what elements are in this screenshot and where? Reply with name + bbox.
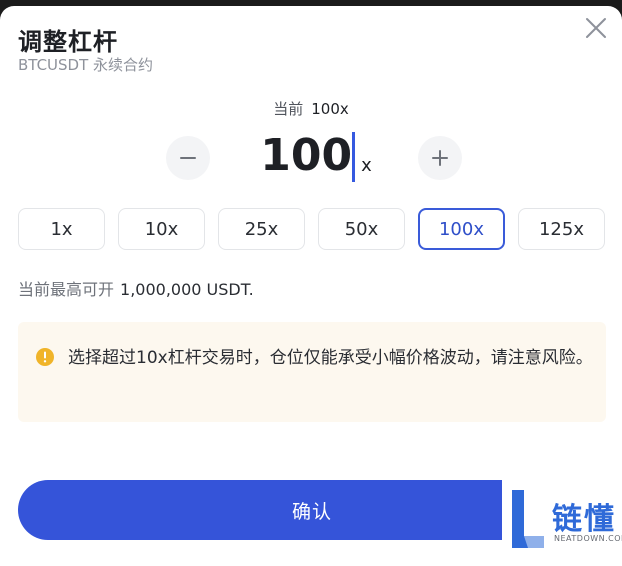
max-position-value: 1,000,000 USDT. [120,280,254,299]
current-leverage: 当前 100x [0,98,622,119]
warning-text: 选择超过10x杠杆交易时，仓位仅能承受小幅价格波动，请注意风险。 [68,348,593,368]
leverage-presets: 1x 10x 25x 50x 100x 125x [18,208,618,250]
preset-1x[interactable]: 1x [18,208,105,250]
minus-icon [180,157,196,159]
watermark-url: NEATDOWN.COM [554,534,622,543]
warning-icon [36,348,54,366]
dialog-subtitle: BTCUSDT 永续合约 [18,56,154,74]
current-leverage-label: 当前 [273,100,304,118]
preset-125x[interactable]: 125x [518,208,605,250]
dialog-title: 调整杠杆 [18,28,118,56]
leverage-input[interactable]: 100 x [226,128,406,184]
preset-10x[interactable]: 10x [118,208,205,250]
plus-icon [432,150,448,166]
watermark: 链懂 NEATDOWN.COM [502,480,622,552]
close-button[interactable] [580,12,612,44]
decrease-leverage-button[interactable] [166,136,210,180]
watermark-name: 链懂 [552,502,616,537]
current-leverage-value: 100x [311,100,349,118]
preset-25x[interactable]: 25x [218,208,305,250]
preset-50x[interactable]: 50x [318,208,405,250]
watermark-logo [512,490,544,548]
close-icon [586,18,606,38]
max-position-label: 当前最高可开 [18,280,115,299]
risk-warning: 选择超过10x杠杆交易时，仓位仅能承受小幅价格波动，请注意风险。 [18,322,606,422]
leverage-input-value: 100 [260,130,353,181]
text-caret [352,132,356,182]
increase-leverage-button[interactable] [418,136,462,180]
leverage-unit: x [361,155,372,176]
max-position-info: 当前最高可开 1,000,000 USDT. [18,276,254,300]
preset-100x[interactable]: 100x [418,208,505,250]
